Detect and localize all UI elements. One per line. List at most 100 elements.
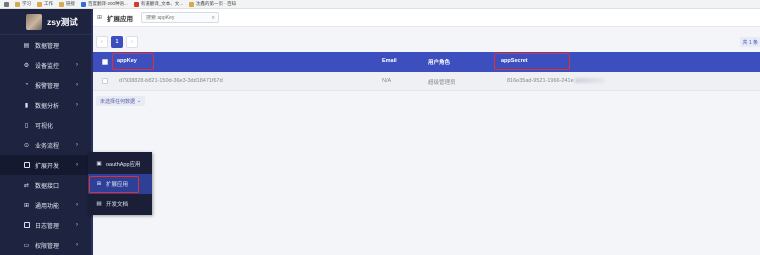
sidebar-item-label: 扩展开发 xyxy=(35,163,60,170)
folder-icon xyxy=(37,1,42,7)
sidebar-item-label: 日志管理 xyxy=(35,223,60,230)
cell-appsecret: 816e35ad-9521-1966-241e xyxy=(507,78,605,84)
sidebar: zsy测试 ▤ 数据管理 ⚙ 设备监控 › ◔ 报警管理 › ▮ 数据分析 › … xyxy=(0,9,91,255)
sidebar-item-label: 数据分析 xyxy=(35,103,60,110)
youdao-icon xyxy=(133,1,139,7)
sidebar-item-analysis[interactable]: ▮ 数据分析 › xyxy=(0,95,91,115)
doc-icon: ▤ xyxy=(96,201,102,207)
alarm-icon: ◔ xyxy=(24,82,29,88)
brand: zsy测试 xyxy=(0,9,91,35)
chevron-right-icon: › xyxy=(76,222,78,228)
extension-icon xyxy=(23,162,30,169)
screen-icon: ▯ xyxy=(24,122,29,129)
bookmark-apps[interactable] xyxy=(4,1,9,7)
pagination: ‹ 1 › xyxy=(96,36,138,48)
chevron-right-icon: › xyxy=(76,202,78,208)
table-row[interactable]: d7938828-b821-150d-36e3-3dd18471f67d N/A… xyxy=(93,72,760,91)
chevron-right-icon: › xyxy=(76,102,78,108)
table-header: appKey Email 用户角色 appSecret xyxy=(93,52,760,72)
baidu-icon xyxy=(81,1,86,7)
chevron-down-icon: ⌄ xyxy=(137,98,142,104)
bookmark-work[interactable]: 工作 xyxy=(37,1,53,7)
sidebar-item-data-management[interactable]: ▤ 数据管理 xyxy=(0,35,91,55)
page-number-button[interactable]: 1 xyxy=(111,36,123,48)
bar-chart-icon: ▮ xyxy=(24,102,29,109)
search-icon[interactable]: ⌕ xyxy=(212,15,215,22)
row-checkbox[interactable] xyxy=(102,78,108,84)
sidebar-item-label: 权限管理 xyxy=(35,243,60,250)
page-icon xyxy=(189,1,195,7)
sidebar-item-common[interactable]: ⊞ 通用功能 › xyxy=(0,195,91,215)
cell-email: N/A xyxy=(382,78,392,84)
sidebar-item-label: 数据管理 xyxy=(35,43,60,50)
column-header-role[interactable]: 用户角色 xyxy=(428,58,450,66)
sidebar-scrollbar[interactable] xyxy=(91,9,93,255)
page-title: 扩展应用 xyxy=(107,15,133,23)
avatar[interactable] xyxy=(26,13,42,30)
select-all-checkbox[interactable] xyxy=(102,59,108,65)
bookmark-study[interactable]: 学习 xyxy=(15,1,31,7)
bookmark-links[interactable]: 链接 xyxy=(59,1,75,7)
bookmark-youdao[interactable]: 有道翻译_文本、文... xyxy=(133,1,183,7)
bookmarks-bar: 学习 工作 链接 百度翻译-200种语... 有道翻译_文本、文... 沈鑫的第… xyxy=(0,0,760,9)
database-icon: ▤ xyxy=(23,42,30,49)
appkey-highlight-box xyxy=(112,53,154,70)
brand-name: zsy测试 xyxy=(47,16,78,27)
flyout-item-label: 扩展应用 xyxy=(106,182,129,188)
apps-icon: ⊞ xyxy=(97,15,103,21)
apps-grid-icon xyxy=(4,1,9,7)
chevron-right-icon: › xyxy=(76,62,78,68)
sidebar-item-alarm[interactable]: ◔ 报警管理 › xyxy=(0,75,91,95)
flyout-item-dev-docs[interactable]: ▤ 开发文档 xyxy=(88,194,152,214)
bookmark-page[interactable]: 沈鑫的第一页 · 百知 xyxy=(189,1,236,7)
sidebar-item-label: 数据接口 xyxy=(35,183,60,190)
chevron-right-icon: › xyxy=(76,82,78,88)
appsecret-highlight-box xyxy=(494,53,570,70)
sidebar-item-label: 业务流程 xyxy=(35,143,60,150)
selection-dropdown-label: 未选择任何数据 xyxy=(100,98,136,105)
grid-icon: ⊞ xyxy=(23,202,30,209)
flyout-item-label: 开发文档 xyxy=(106,202,129,208)
sidebar-item-label: 通用功能 xyxy=(35,203,60,210)
apps-icon: ⊞ xyxy=(96,181,102,187)
chevron-right-icon: › xyxy=(76,142,78,148)
folder-icon xyxy=(15,1,20,7)
sidebar-item-label: 可视化 xyxy=(35,123,54,130)
flyout-item-oauth-app[interactable]: ▣ oauthApp应用 xyxy=(88,154,152,174)
sidebar-item-visualization[interactable]: ▯ 可视化 xyxy=(0,115,91,135)
cell-appsecret-text: 816e35ad-9521-1966-241e xyxy=(507,78,574,84)
api-icon: ⇄ xyxy=(23,182,30,189)
log-icon xyxy=(23,222,30,229)
extension-flyout-menu: ▣ oauthApp应用 ⊞ 扩展应用 ▤ 开发文档 xyxy=(88,152,152,215)
monitor-icon: ⚙ xyxy=(23,62,30,69)
redaction-blur xyxy=(574,78,605,84)
page-header: ⊞ 扩展应用 ⌕ xyxy=(93,9,760,27)
next-page-button[interactable]: › xyxy=(126,36,138,48)
chevron-right-icon: › xyxy=(76,242,78,248)
total-count-badge: 共 1 条 xyxy=(740,37,760,47)
chevron-right-icon: › xyxy=(76,162,78,168)
column-header-email[interactable]: Email xyxy=(382,58,397,64)
sidebar-menu: ▤ 数据管理 ⚙ 设备监控 › ◔ 报警管理 › ▮ 数据分析 › ▯ 可视化 … xyxy=(0,35,91,255)
cell-appkey: d7938828-b821-150d-36e3-3dd18471f67d xyxy=(119,78,223,84)
sidebar-item-device-monitor[interactable]: ⚙ 设备监控 › xyxy=(0,55,91,75)
flyout-item-label: oauthApp应用 xyxy=(106,162,141,168)
folder-icon xyxy=(59,1,64,7)
sidebar-item-logs[interactable]: 日志管理 › xyxy=(0,215,91,235)
sidebar-item-label: 报警管理 xyxy=(35,83,60,90)
lock-icon: ▭ xyxy=(23,242,30,249)
app-window-icon: ▣ xyxy=(96,161,102,167)
sidebar-item-data-api[interactable]: ⇄ 数据接口 xyxy=(0,175,91,195)
cell-role: 超级管理员 xyxy=(428,80,456,86)
prev-page-button[interactable]: ‹ xyxy=(96,36,108,48)
sidebar-item-extension[interactable]: 扩展开发 › xyxy=(0,155,91,175)
search-box: ⌕ xyxy=(141,12,219,23)
sidebar-item-permissions[interactable]: ▭ 权限管理 › xyxy=(0,235,91,255)
flyout-item-extension-app[interactable]: ⊞ 扩展应用 xyxy=(88,174,152,194)
sidebar-item-label: 设备监控 xyxy=(35,63,60,70)
bookmark-baidu[interactable]: 百度翻译-200种语... xyxy=(81,1,128,7)
flow-icon: ⊙ xyxy=(23,142,30,149)
sidebar-item-workflow[interactable]: ⊙ 业务流程 › xyxy=(0,135,91,155)
search-input[interactable] xyxy=(146,14,206,21)
selection-dropdown-button[interactable]: 未选择任何数据 ⌄ xyxy=(96,96,146,106)
